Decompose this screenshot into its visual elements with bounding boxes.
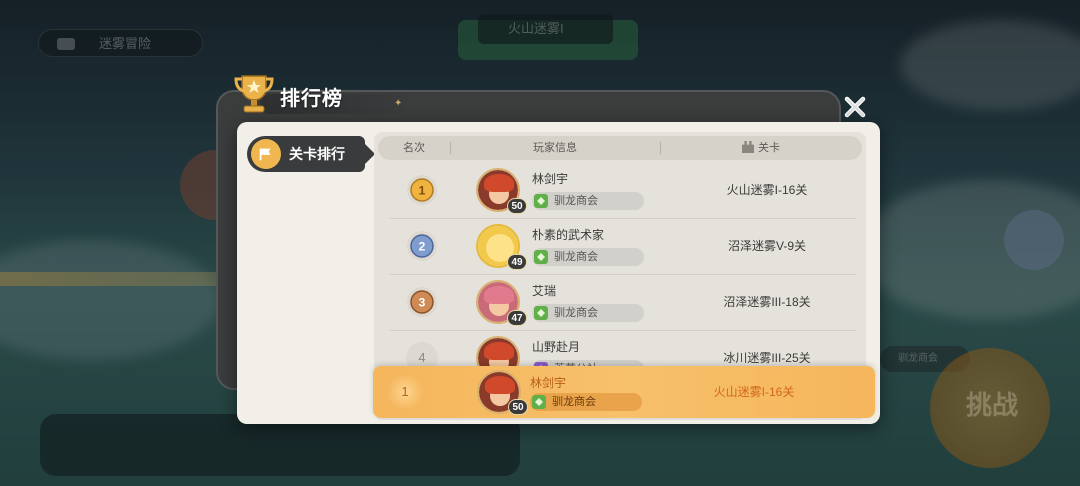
self-rank-number: 1 [385,376,425,408]
self-stage-progress: 火山迷雾I-16关 [713,385,795,399]
tab-level-ranking[interactable]: 关卡排行 [247,136,375,172]
self-level-badge: 50 [508,399,528,415]
guild-name: 驯龙商会 [554,251,598,263]
header-level: 关卡 [660,136,862,160]
tab-label: 关卡排行 [289,146,345,162]
guild-name: 驯龙商会 [554,195,598,207]
player-name: 朴素的武术家 [532,228,605,242]
table-row[interactable]: 3 47 艾瑞 驯龙商会 沼泽迷雾III-18关 [390,274,856,330]
svg-text:1: 1 [419,184,426,198]
guild-pill: 驯龙商会 [532,192,644,210]
table-header: 名次 玩家信息 关卡 [378,136,862,160]
guild-emblem-icon [534,194,548,208]
silver-medal-icon: 2 [407,231,437,261]
flag-icon [251,139,281,169]
self-rank-bar[interactable]: 1 50 林剑宇 驯龙商会 火山迷雾I-16关 [373,366,875,418]
guild-pill: 驯龙商会 [532,304,644,322]
close-button[interactable] [838,90,872,124]
guild-emblem-icon [532,395,546,409]
svg-text:2: 2 [419,240,426,254]
header-rank: 名次 [403,142,425,154]
stage-progress: 沼泽迷雾V-9关 [727,239,806,253]
guild-pill: 驯龙商会 [532,248,644,266]
guild-name: 驯龙商会 [554,307,598,319]
stage-progress: 火山迷雾I-16关 [726,183,808,197]
star-icon: ✦ [394,98,403,109]
trophy-icon [234,75,274,113]
bronze-medal-icon: 3 [407,287,437,317]
stage-progress: 沼泽迷雾III-18关 [723,295,811,309]
guild-emblem-icon [534,250,548,264]
header-player: 玩家信息 [533,142,577,154]
table-row[interactable]: 1 50 林剑宇 驯龙商会 火山迷雾I-16关 [390,162,856,218]
player-level-badge: 49 [507,254,527,270]
modal-title: 排行榜 [280,88,343,110]
player-name: 艾瑞 [532,284,557,298]
player-level-badge: 50 [507,198,527,214]
header-level-label: 关卡 [758,142,780,154]
self-guild-name: 驯龙商会 [552,396,596,408]
table-row[interactable]: 2 49 朴素的武术家 驯龙商会 沼泽迷雾V-9关 [390,218,856,274]
guild-emblem-icon [534,306,548,320]
close-icon [844,96,866,118]
tower-icon [742,141,754,153]
player-name: 林剑宇 [532,172,569,186]
player-name: 山野赴月 [532,340,581,354]
player-level-badge: 47 [507,310,527,326]
gold-medal-icon: 1 [407,175,437,205]
self-name: 林剑宇 [530,376,567,390]
svg-text:3: 3 [419,296,426,310]
self-guild-pill: 驯龙商会 [530,393,642,411]
